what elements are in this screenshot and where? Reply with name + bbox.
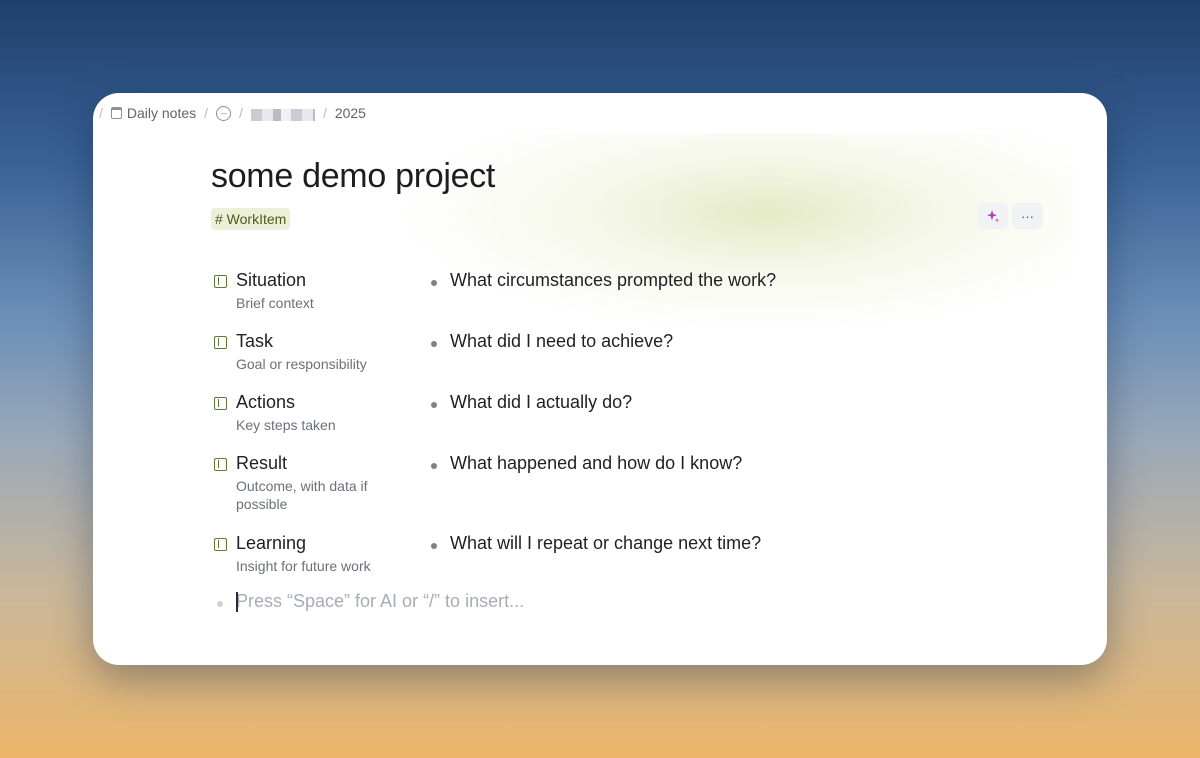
sidebar-panel-icon	[214, 538, 227, 551]
row-label[interactable]: Task	[236, 331, 273, 352]
note-window: / Daily notes / ··· / / 2025 some demo p…	[93, 93, 1107, 665]
breadcrumb-label: Daily notes	[126, 105, 197, 121]
sidebar-panel-icon	[214, 458, 227, 471]
bullet-icon[interactable]	[431, 463, 437, 469]
text-caret	[236, 592, 238, 612]
breadcrumb-separator: /	[204, 105, 209, 121]
row-description: Brief context	[236, 295, 314, 311]
breadcrumb-daily-notes[interactable]: Daily notes	[110, 105, 197, 121]
breadcrumb-separator: /	[322, 105, 327, 121]
page-title[interactable]: some demo project	[211, 157, 495, 196]
breadcrumb-separator: /	[239, 105, 243, 121]
calendar-icon	[110, 107, 122, 119]
row-prompt[interactable]: What happened and how do I know?	[450, 453, 742, 474]
bullet-icon[interactable]	[431, 280, 437, 286]
row-label[interactable]: Actions	[236, 392, 295, 413]
row-prompt[interactable]: What did I actually do?	[450, 392, 632, 413]
row-description: Insight for future work	[236, 558, 371, 574]
bullet-icon[interactable]	[431, 341, 437, 347]
sparkle-icon	[986, 210, 999, 223]
sidebar-panel-icon	[214, 275, 227, 288]
sidebar-panel-icon	[214, 397, 227, 410]
bullet-icon	[217, 601, 223, 607]
breadcrumb: / Daily notes / ··· / / 2025	[97, 104, 366, 122]
more-dots-icon[interactable]: ···	[216, 105, 232, 121]
row-label[interactable]: Result	[236, 453, 287, 474]
row-label[interactable]: Learning	[236, 533, 306, 554]
redacted-breadcrumb-item[interactable]	[250, 109, 315, 121]
bullet-icon[interactable]	[431, 402, 437, 408]
more-options-button[interactable]: ···	[1012, 203, 1043, 229]
workitem-tag[interactable]: # WorkItem	[211, 208, 291, 230]
ai-button[interactable]	[977, 203, 1008, 229]
row-prompt[interactable]: What did I need to achieve?	[450, 331, 673, 352]
sidebar-panel-icon	[214, 336, 227, 349]
bullet-icon[interactable]	[431, 543, 437, 549]
breadcrumb-year[interactable]: 2025	[335, 105, 366, 121]
row-description: Goal or responsibility	[236, 356, 367, 372]
row-label[interactable]: Situation	[236, 270, 306, 291]
row-prompt[interactable]: What will I repeat or change next time?	[450, 533, 761, 554]
row-description: Outcome, with data if possible	[236, 478, 368, 512]
breadcrumb-separator: /	[99, 105, 103, 121]
editor-placeholder[interactable]: Press “Space” for AI or “/” to insert...	[236, 591, 524, 612]
row-description: Key steps taken	[236, 417, 336, 433]
row-prompt[interactable]: What circumstances prompted the work?	[450, 270, 776, 291]
